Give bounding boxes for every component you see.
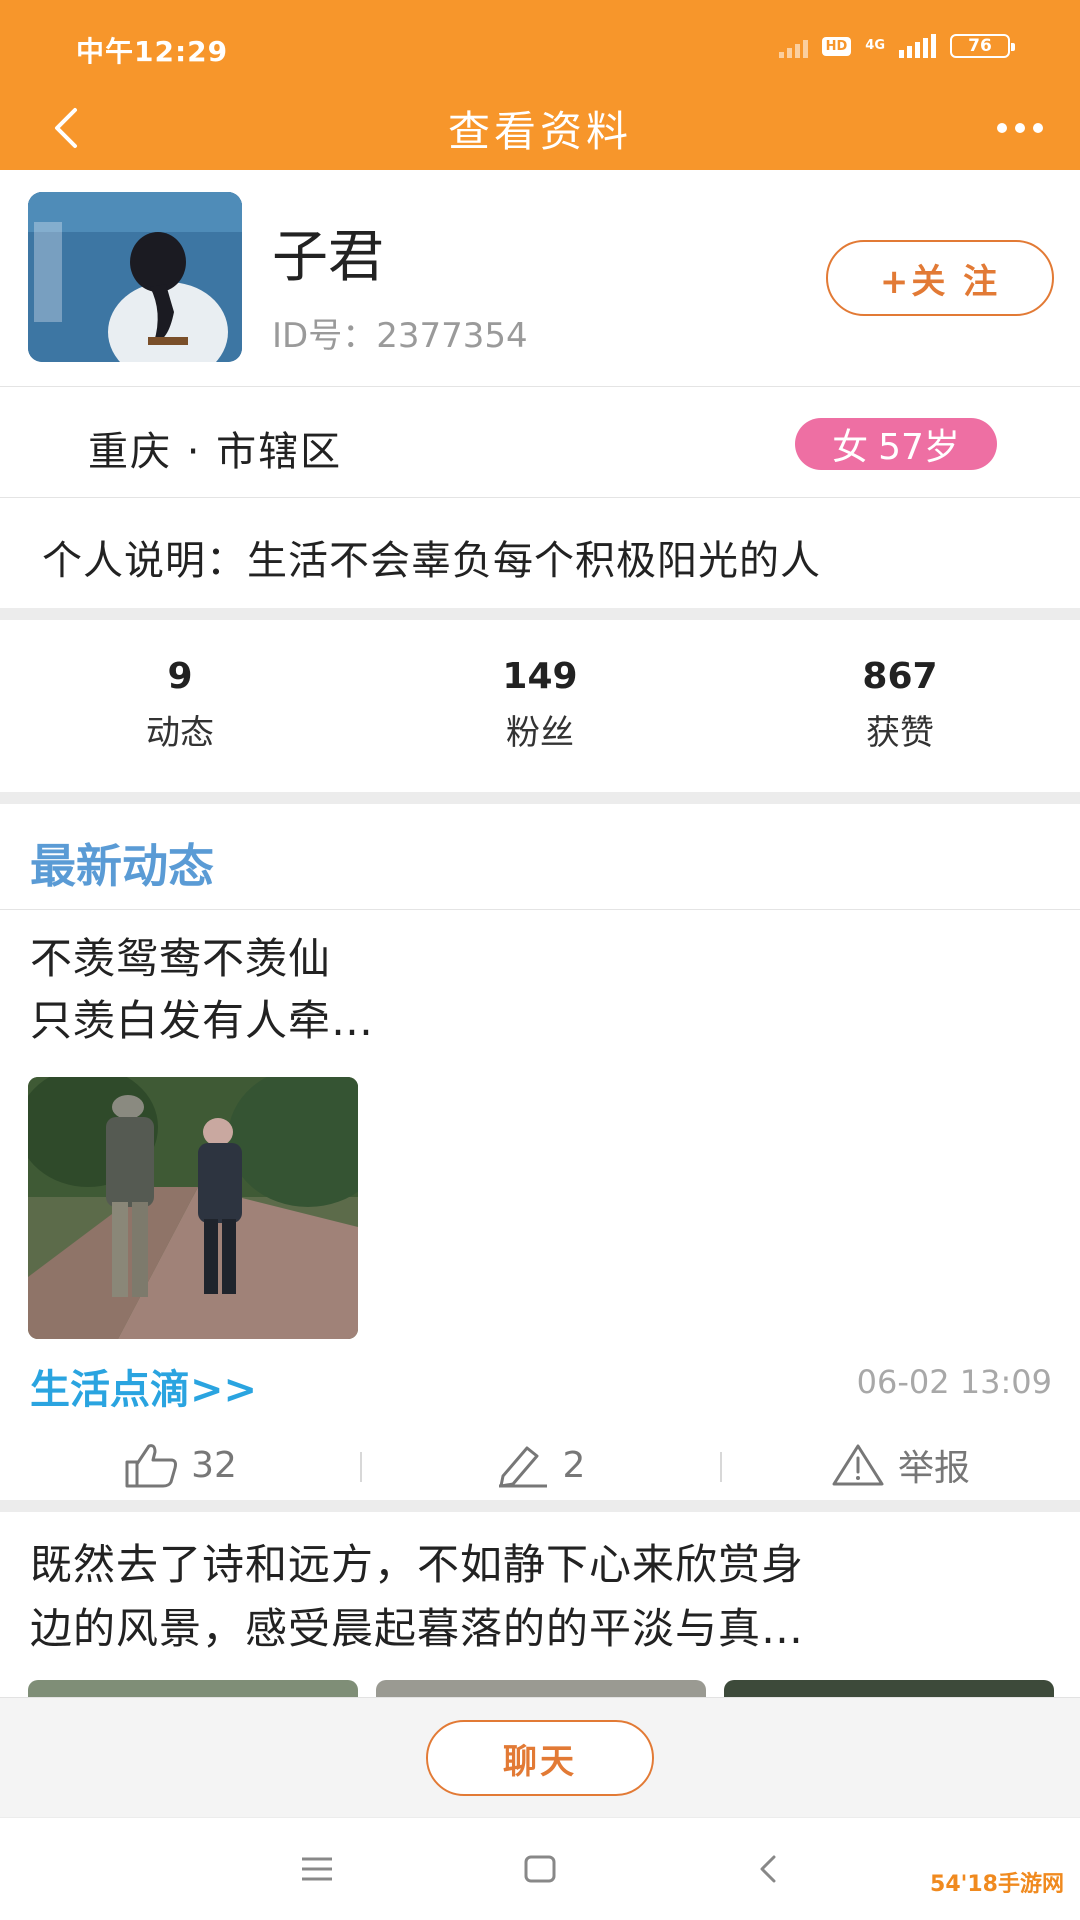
stat-label: 获赞 — [866, 713, 934, 753]
profile-card: 子君 ID号：2377354 +关 注 — [0, 170, 1080, 387]
feed-post[interactable]: 不羡鸳鸯不羡仙 只羡白发有人牵… 生活点滴>> 06-02 13:09 32 2… — [0, 910, 1080, 1500]
post-text-line: 边的风景，感受晨起暮落的的平淡与真… — [30, 1604, 805, 1653]
post-text-line: 既然去了诗和远方，不如静下心来欣赏身 — [30, 1540, 805, 1589]
location-row: 重庆 · 市辖区 女 57岁 — [0, 387, 1080, 498]
profile-id: ID号：2377354 — [272, 316, 528, 356]
avatar-image — [28, 192, 242, 362]
like-button[interactable]: 32 — [0, 1430, 360, 1500]
warning-icon — [832, 1444, 884, 1486]
page-title: 查看资料 — [447, 107, 632, 156]
system-back-button[interactable] — [738, 1844, 798, 1894]
location-text: 重庆 · 市辖区 — [88, 429, 343, 475]
home-button[interactable] — [510, 1844, 570, 1894]
hd-badge: HD — [821, 36, 852, 56]
more-dot-icon — [1015, 123, 1025, 133]
wifi-signal-icon — [778, 34, 808, 58]
status-bar: 中午12:29 HD 4G 76 — [0, 0, 1080, 92]
stat-value: 867 — [862, 656, 938, 697]
follow-button[interactable]: +关 注 — [826, 240, 1054, 316]
feed-post[interactable]: 既然去了诗和远方，不如静下心来欣赏身 边的风景，感受晨起暮落的的平淡与真… — [0, 1512, 1080, 1702]
section-header: 最新动态 — [0, 804, 1080, 910]
profile-name: 子君 — [272, 225, 384, 290]
gender-text: 女 — [832, 427, 869, 468]
top-bar: 中午12:29 HD 4G 76 查看资料 — [0, 0, 1080, 170]
stat-followers[interactable]: 149 粉丝 — [360, 620, 720, 792]
section-title: 最新动态 — [30, 839, 214, 893]
post-topic-link[interactable]: 生活点滴>> — [30, 1357, 257, 1415]
system-nav-bar — [0, 1817, 1080, 1920]
report-label: 举报 — [897, 1448, 970, 1489]
chevron-left-icon — [760, 1855, 776, 1883]
cell-signal-icon — [899, 34, 936, 58]
thumbs-up-icon — [125, 1444, 178, 1488]
stat-posts[interactable]: 9 动态 — [0, 620, 360, 792]
pencil-icon — [498, 1446, 547, 1488]
stat-value: 9 — [167, 656, 193, 697]
stat-label: 粉丝 — [506, 713, 574, 753]
post-time: 06-02 13:09 — [856, 1363, 1052, 1401]
age-text: 57岁 — [878, 427, 960, 468]
comment-count: 2 — [562, 1444, 586, 1486]
status-icons: HD 4G 76 — [778, 34, 1015, 58]
status-time: 中午12:29 — [76, 35, 229, 68]
more-dot-icon — [1033, 123, 1043, 133]
bio-row: 个人说明：生活不会辜负每个积极阳光的人 — [0, 498, 1080, 608]
stat-label: 动态 — [146, 713, 214, 753]
stats-row: 9 动态 149 粉丝 867 获赞 — [0, 620, 1080, 792]
home-square-icon — [524, 1855, 556, 1883]
post-text-line: 不羡鸳鸯不羡仙 — [30, 934, 332, 983]
network-type: 4G — [865, 38, 885, 53]
nav-bar: 查看资料 — [0, 92, 1080, 170]
post-photo — [28, 1077, 358, 1339]
battery-level: 76 — [968, 36, 992, 56]
stat-likes[interactable]: 867 获赞 — [720, 620, 1080, 792]
menu-icon — [302, 1857, 332, 1881]
more-options-button[interactable] — [980, 98, 1060, 158]
chat-bar: 聊天 — [0, 1697, 1080, 1817]
divider — [0, 792, 1080, 804]
comment-button[interactable]: 2 — [360, 1430, 720, 1500]
avatar[interactable] — [28, 192, 242, 362]
like-count: 32 — [191, 1444, 237, 1486]
bio-text: 个人说明：生活不会辜负每个积极阳光的人 — [42, 538, 821, 584]
post-text-line: 只羡白发有人牵… — [30, 996, 375, 1045]
divider — [0, 1500, 1080, 1512]
stat-value: 149 — [502, 656, 578, 697]
post-actions: 32 2 举报 — [0, 1430, 1080, 1500]
menu-button[interactable] — [287, 1844, 347, 1894]
battery-icon: 76 — [950, 34, 1015, 58]
post-image[interactable] — [28, 1077, 358, 1339]
gender-age-badge: 女 57岁 — [795, 418, 997, 470]
more-dot-icon — [997, 123, 1007, 133]
report-button[interactable]: 举报 — [720, 1430, 1080, 1500]
site-watermark: 54'18手游网 — [930, 1872, 1064, 1897]
divider — [0, 608, 1080, 620]
chat-button[interactable]: 聊天 — [426, 1720, 654, 1796]
